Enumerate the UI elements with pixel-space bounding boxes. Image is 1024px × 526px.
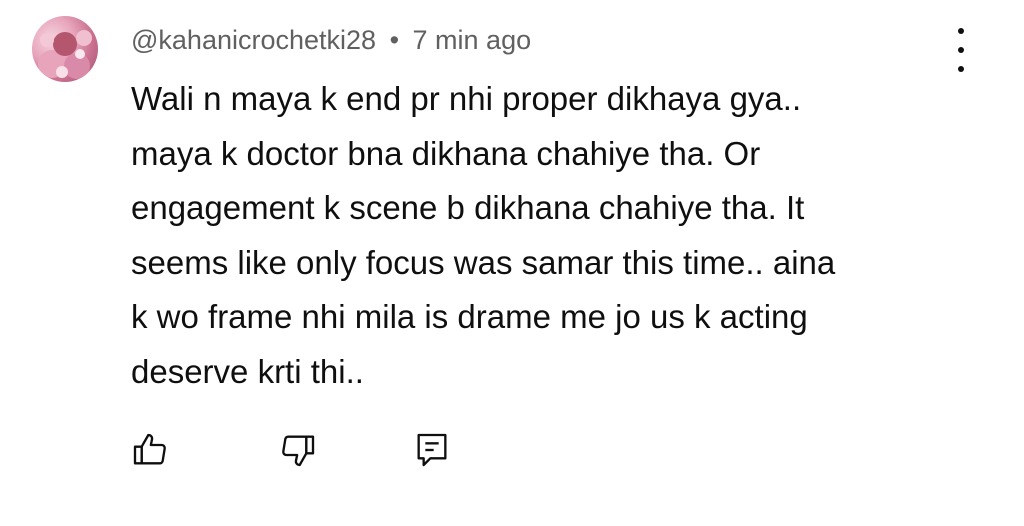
author-name[interactable]: @kahanicrochetki28 <box>131 25 376 55</box>
comment-text-line: maya k doctor bna dikhana chahiye tha. O… <box>131 134 761 172</box>
meta-separator: • <box>389 25 400 55</box>
comment-text-line: deserve krti thi.. <box>131 352 364 390</box>
comment-text-line: seems like only focus was samar this tim… <box>131 243 836 281</box>
reply-button[interactable] <box>408 426 456 474</box>
comment-text: Wali n maya k end pr nhi proper dikhaya … <box>131 72 961 399</box>
thumbs-up-icon <box>133 433 166 465</box>
reply-comment-icon <box>417 433 447 467</box>
like-button[interactable] <box>126 426 174 474</box>
avatar[interactable] <box>32 16 98 82</box>
comment-text-line: Wali n maya k end pr nhi proper dikhaya … <box>131 80 802 117</box>
avatar-image <box>38 30 92 79</box>
comment-meta: @kahanicrochetki28 • 7 min ago <box>131 22 531 58</box>
more-vertical-icon <box>958 28 964 34</box>
comment-time: 7 min ago <box>412 25 532 55</box>
comment-text-line: k wo frame nhi mila is drame me jo us k … <box>131 298 808 335</box>
thumbs-down-icon <box>282 435 315 467</box>
dislike-button[interactable] <box>274 426 322 474</box>
comment-text-line: engagement k scene b dikhana chahiye tha… <box>131 189 805 226</box>
more-options-button[interactable] <box>944 28 978 72</box>
